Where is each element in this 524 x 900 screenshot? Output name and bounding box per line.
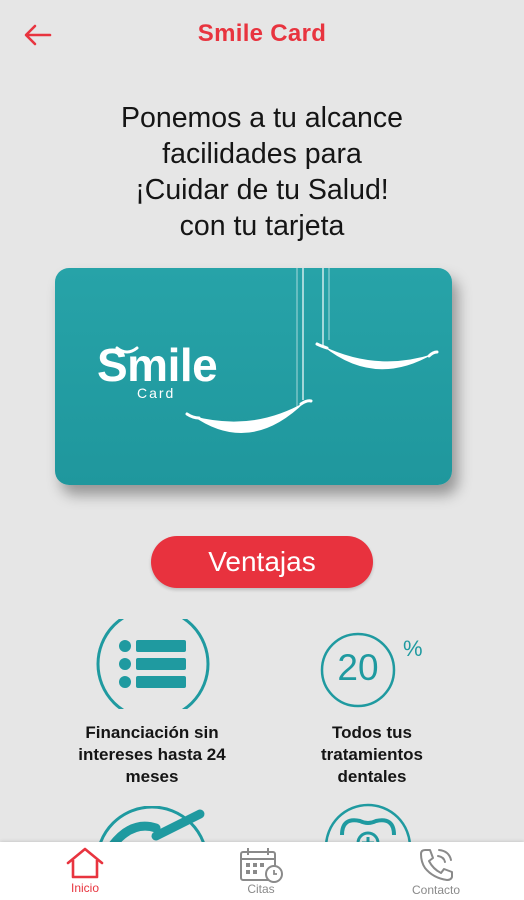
- feature-line: tratamientos: [320, 745, 424, 764]
- feature-financing-text: Financiación sin intereses hasta 24 mese…: [52, 722, 252, 788]
- intro-line: con tu tarjeta: [179, 210, 345, 242]
- card-logo-text: Smile: [97, 339, 218, 391]
- card-logo-subtext: Card: [137, 385, 176, 401]
- list-icon: [96, 619, 210, 709]
- nav-label-citas: Citas: [247, 882, 275, 896]
- percent-sign: %: [403, 636, 423, 661]
- nav-item-contacto[interactable]: Contacto: [381, 842, 491, 900]
- nav-item-inicio[interactable]: Inicio: [30, 842, 140, 900]
- home-icon: [66, 847, 104, 879]
- intro-headline: Ponemos a tu alcance facilidades para ¡C…: [40, 100, 484, 244]
- calendar-clock-icon: [240, 848, 283, 883]
- feature-treatments-text: Todos tus tratamientos dentales: [292, 722, 452, 788]
- bottom-navigation: Inicio Citas Contacto: [0, 842, 524, 900]
- nav-item-citas[interactable]: Citas: [206, 842, 316, 900]
- phone-icon: [420, 849, 453, 881]
- percent-value: 20: [337, 647, 379, 688]
- feature-line: Todos tus: [332, 723, 412, 742]
- feature-line: meses: [125, 767, 179, 786]
- top-bar: Smile Card: [0, 0, 524, 70]
- nav-label-inicio: Inicio: [70, 881, 99, 895]
- feature-line: dentales: [337, 767, 407, 786]
- intro-line: ¡Cuidar de tu Salud!: [135, 174, 389, 206]
- tooth-tool-icon: [97, 806, 207, 846]
- health-heart-icon: [324, 803, 412, 843]
- feature-line: intereses hasta 24: [78, 745, 226, 764]
- intro-line: facilidades para: [162, 138, 362, 170]
- ventajas-button[interactable]: Ventajas: [151, 536, 373, 588]
- feature-line: Financiación sin: [85, 723, 219, 742]
- page-title: Smile Card: [197, 20, 327, 47]
- nav-label-contacto: Contacto: [411, 883, 461, 897]
- intro-line: Ponemos a tu alcance: [120, 102, 403, 134]
- smile-card-image: Smile Card: [55, 268, 452, 485]
